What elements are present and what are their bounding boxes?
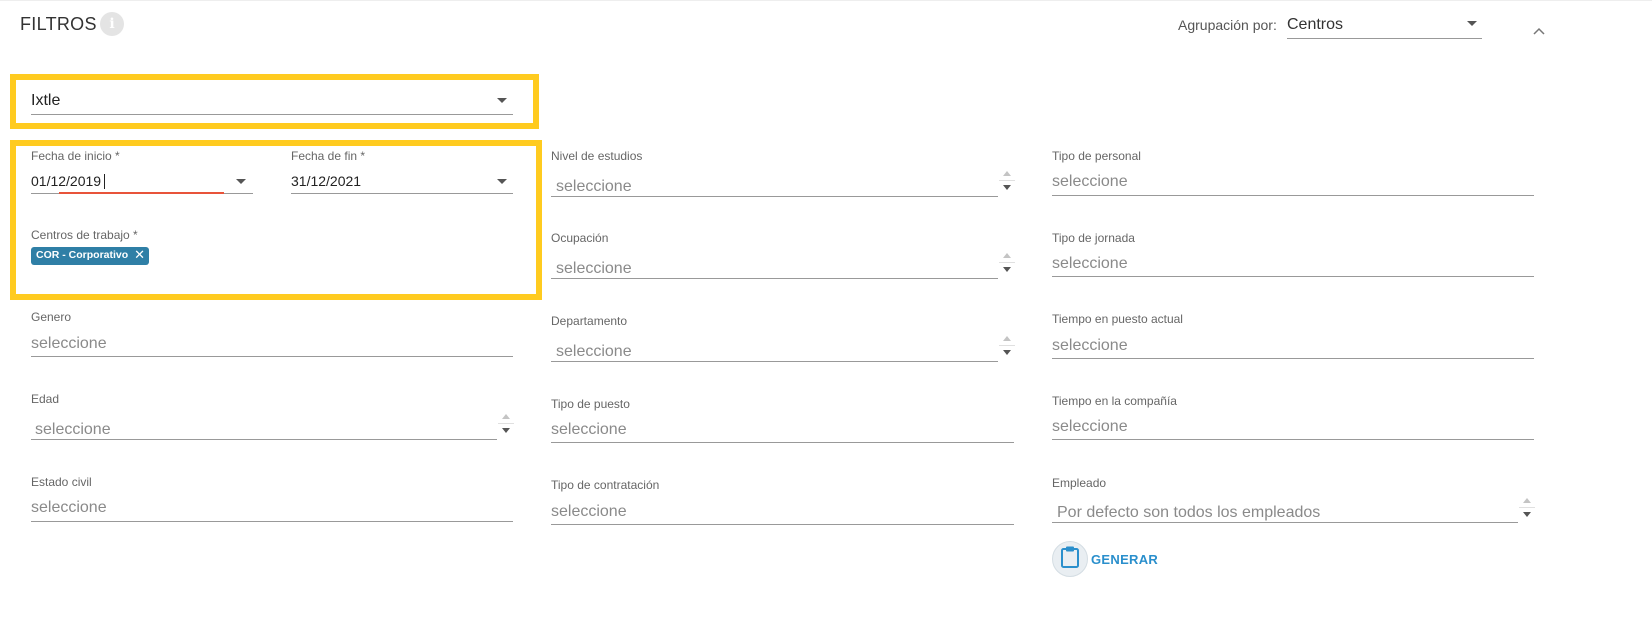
tiempo-compania-placeholder: seleccione xyxy=(1052,418,1128,435)
nivel-estudios-input[interactable]: seleccione xyxy=(551,170,998,197)
tiempo-puesto-placeholder: seleccione xyxy=(1052,337,1128,354)
edad-spinner[interactable] xyxy=(498,410,514,438)
generate-button[interactable] xyxy=(1052,541,1088,577)
company-select[interactable]: Ixtle xyxy=(31,86,513,115)
start-date-input[interactable]: 01/12/2019 xyxy=(31,168,253,194)
ocupacion-label: Ocupación xyxy=(551,231,609,245)
departamento-spinner[interactable] xyxy=(999,332,1015,360)
grouping-label: Agrupación por: xyxy=(1178,17,1277,33)
chevron-down-icon xyxy=(236,179,246,184)
tipo-jornada-placeholder: seleccione xyxy=(1052,255,1128,272)
start-date-value: 01/12/2019 xyxy=(31,173,102,189)
edad-label: Edad xyxy=(31,392,60,406)
estado-civil-placeholder: seleccione xyxy=(31,499,107,516)
empleado-placeholder: Por defecto son todos los empleados xyxy=(1057,504,1321,521)
company-value: Ixtle xyxy=(31,92,61,109)
tipo-puesto-input[interactable]: seleccione xyxy=(551,414,1014,443)
estado-civil-input[interactable]: seleccione xyxy=(31,493,513,522)
tipo-jornada-input[interactable]: seleccione xyxy=(1052,248,1534,277)
chevron-down-icon xyxy=(1467,21,1477,26)
page-title: FILTROS xyxy=(20,14,97,34)
close-icon[interactable]: ✕ xyxy=(134,248,145,261)
tipo-jornada-label: Tipo de jornada xyxy=(1052,231,1135,245)
end-date-value: 31/12/2021 xyxy=(291,173,362,189)
tipo-puesto-placeholder: seleccione xyxy=(551,421,627,438)
nivel-estudios-placeholder: seleccione xyxy=(556,178,632,195)
empleado-spinner[interactable] xyxy=(1519,494,1535,522)
highlight-dates-centers xyxy=(10,140,542,300)
departamento-placeholder: seleccione xyxy=(556,343,632,360)
tipo-personal-placeholder: seleccione xyxy=(1052,173,1128,190)
tipo-contratacion-input[interactable]: seleccione xyxy=(551,496,1014,525)
text-cursor xyxy=(104,174,105,189)
departamento-label: Departamento xyxy=(551,314,628,328)
start-date-label: Fecha de inicio * xyxy=(31,149,120,163)
empleado-label: Empleado xyxy=(1052,476,1107,490)
tiempo-puesto-label: Tiempo en puesto actual xyxy=(1052,312,1183,326)
info-icon[interactable]: i xyxy=(100,12,124,36)
generate-label[interactable]: GENERAR xyxy=(1091,552,1158,567)
edad-placeholder: seleccione xyxy=(35,421,111,438)
nivel-estudios-spinner[interactable] xyxy=(999,167,1015,195)
grouping-value: Centros xyxy=(1287,16,1344,33)
validation-underline xyxy=(59,192,224,194)
clipboard-icon xyxy=(1060,545,1080,574)
departamento-input[interactable]: seleccione xyxy=(551,335,998,362)
genero-input[interactable]: seleccione xyxy=(31,328,513,357)
empleado-input[interactable]: Por defecto son todos los empleados xyxy=(1052,496,1518,523)
tipo-personal-label: Tipo de personal xyxy=(1052,149,1141,163)
chip-label: COR - Corporativo xyxy=(36,249,129,261)
tipo-contratacion-placeholder: seleccione xyxy=(551,503,627,520)
chevron-up-icon[interactable] xyxy=(1530,22,1548,40)
tiempo-compania-label: Tiempo en la compañía xyxy=(1052,394,1177,408)
end-date-label: Fecha de fin * xyxy=(291,149,366,163)
ocupacion-input[interactable]: seleccione xyxy=(551,252,998,279)
work-center-chip: COR - Corporativo ✕ xyxy=(31,247,150,265)
tipo-puesto-label: Tipo de puesto xyxy=(551,397,630,411)
chevron-down-icon xyxy=(497,98,507,103)
genero-label: Genero xyxy=(31,310,72,324)
estado-civil-label: Estado civil xyxy=(31,475,92,489)
end-date-input[interactable]: 31/12/2021 xyxy=(291,168,513,194)
tiempo-puesto-input[interactable]: seleccione xyxy=(1052,330,1534,359)
genero-placeholder: seleccione xyxy=(31,335,107,352)
tiempo-compania-input[interactable]: seleccione xyxy=(1052,411,1534,440)
ocupacion-placeholder: seleccione xyxy=(556,260,632,277)
work-centers-label: Centros de trabajo * xyxy=(31,228,138,242)
nivel-estudios-label: Nivel de estudios xyxy=(551,149,643,163)
ocupacion-spinner[interactable] xyxy=(999,249,1015,277)
grouping-select[interactable]: Centros xyxy=(1287,10,1482,39)
chevron-down-icon xyxy=(497,179,507,184)
edad-input[interactable]: seleccione xyxy=(31,412,497,440)
tipo-contratacion-label: Tipo de contratación xyxy=(551,478,660,492)
top-divider xyxy=(0,0,1652,1)
tipo-personal-input[interactable]: seleccione xyxy=(1052,166,1534,196)
